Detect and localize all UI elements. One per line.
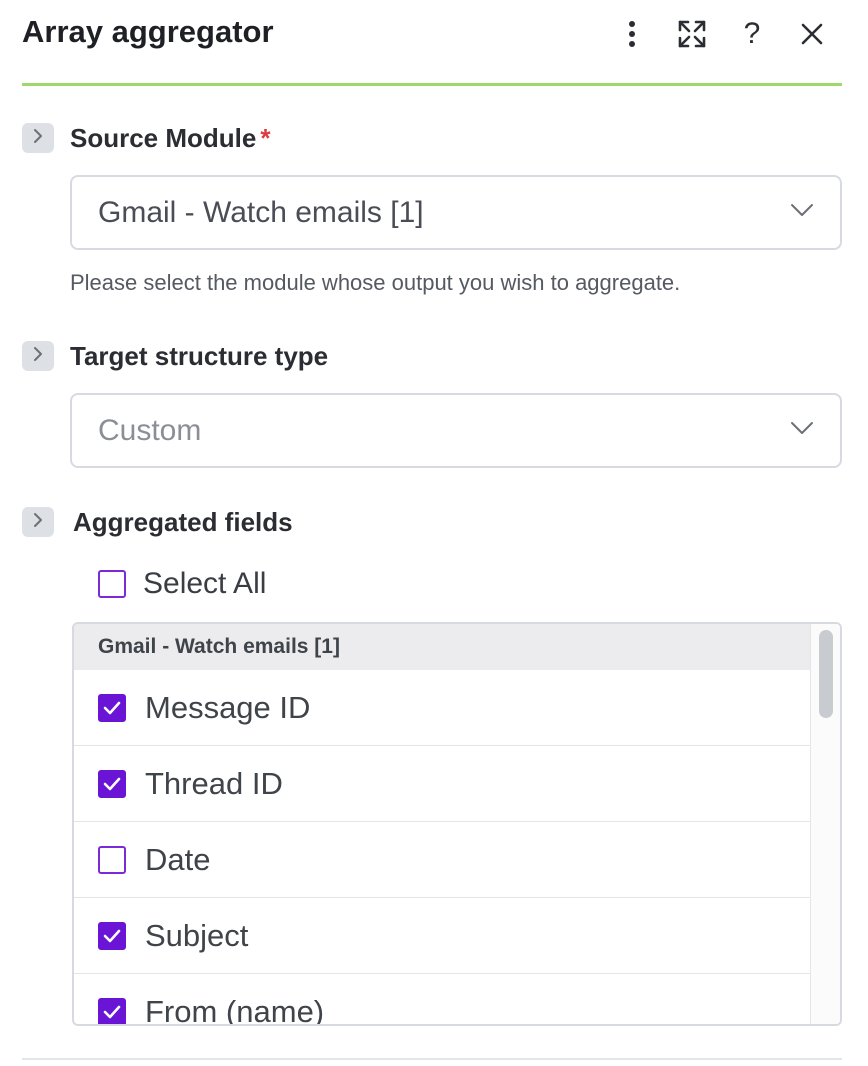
checkmark-icon	[103, 777, 121, 790]
field-row-date[interactable]: Date	[74, 822, 812, 898]
list-scrollbar[interactable]	[810, 624, 840, 1024]
field-label: Subject	[145, 917, 249, 953]
field-row-thread-id[interactable]: Thread ID	[74, 746, 812, 822]
source-module-label: Source Module	[70, 122, 257, 153]
field-checkbox[interactable]	[98, 769, 126, 798]
field-checkbox[interactable]	[98, 921, 126, 950]
aggregated-fields-label: Aggregated fields	[73, 506, 293, 537]
aggregated-fields-expand-toggle[interactable]	[22, 507, 54, 537]
aggregated-fields-label-row: Aggregated fields	[22, 505, 293, 539]
field-row-message-id[interactable]: Message ID	[74, 670, 812, 746]
expand-button[interactable]	[672, 14, 712, 54]
source-module-value: Gmail - Watch emails [1]	[98, 195, 424, 229]
more-vertical-icon	[627, 20, 637, 48]
required-marker: *	[260, 122, 271, 153]
help-button[interactable]: ?	[732, 14, 772, 54]
aggregated-fields-list: Gmail - Watch emails [1] Message ID Thre…	[72, 622, 842, 1026]
checkmark-icon	[103, 929, 121, 942]
select-all-checkbox[interactable]	[98, 570, 126, 598]
field-row-subject[interactable]: Subject	[74, 898, 812, 974]
field-checkbox[interactable]	[98, 693, 126, 722]
source-module-expand-toggle[interactable]	[22, 123, 54, 153]
target-structure-expand-toggle[interactable]	[22, 341, 54, 371]
close-icon	[801, 23, 823, 45]
target-structure-select[interactable]: Custom	[70, 393, 842, 468]
source-module-select[interactable]: Gmail - Watch emails [1]	[70, 175, 842, 250]
target-structure-value: Custom	[98, 413, 202, 447]
expand-icon	[678, 20, 706, 48]
field-row-from-name[interactable]: From (name)	[74, 974, 812, 1026]
field-label: Thread ID	[145, 765, 283, 801]
chevron-right-icon	[32, 346, 44, 367]
help-icon: ?	[743, 17, 761, 50]
scrollbar-thumb[interactable]	[819, 630, 833, 718]
field-label: From (name)	[145, 993, 325, 1026]
field-group-header: Gmail - Watch emails [1]	[74, 624, 812, 670]
chevron-right-icon	[32, 512, 44, 533]
target-structure-label-row: Target structure type	[22, 339, 328, 373]
panel-title: Array aggregator	[22, 14, 274, 49]
field-checkbox[interactable]	[98, 845, 126, 874]
source-module-help-text: Please select the module whose output yo…	[70, 270, 681, 295]
select-all-option[interactable]: Select All	[98, 564, 266, 604]
target-structure-label: Target structure type	[70, 340, 329, 371]
select-all-label: Select All	[143, 567, 267, 600]
source-module-label-row: Source Module *	[22, 121, 270, 155]
bottom-divider	[22, 1058, 842, 1060]
field-label: Date	[145, 841, 211, 877]
checkmark-icon	[103, 1005, 121, 1018]
array-aggregator-panel: Array aggregator ? Source Module * Gmail…	[0, 0, 868, 1066]
chevron-right-icon	[32, 128, 44, 149]
field-checkbox[interactable]	[98, 997, 126, 1024]
checkmark-icon	[103, 701, 121, 714]
more-options-button[interactable]	[612, 14, 652, 54]
chevron-down-icon	[790, 203, 814, 222]
field-label: Message ID	[145, 689, 311, 725]
panel-header: Array aggregator ?	[22, 0, 842, 86]
chevron-down-icon	[790, 421, 814, 440]
close-button[interactable]	[792, 14, 832, 54]
